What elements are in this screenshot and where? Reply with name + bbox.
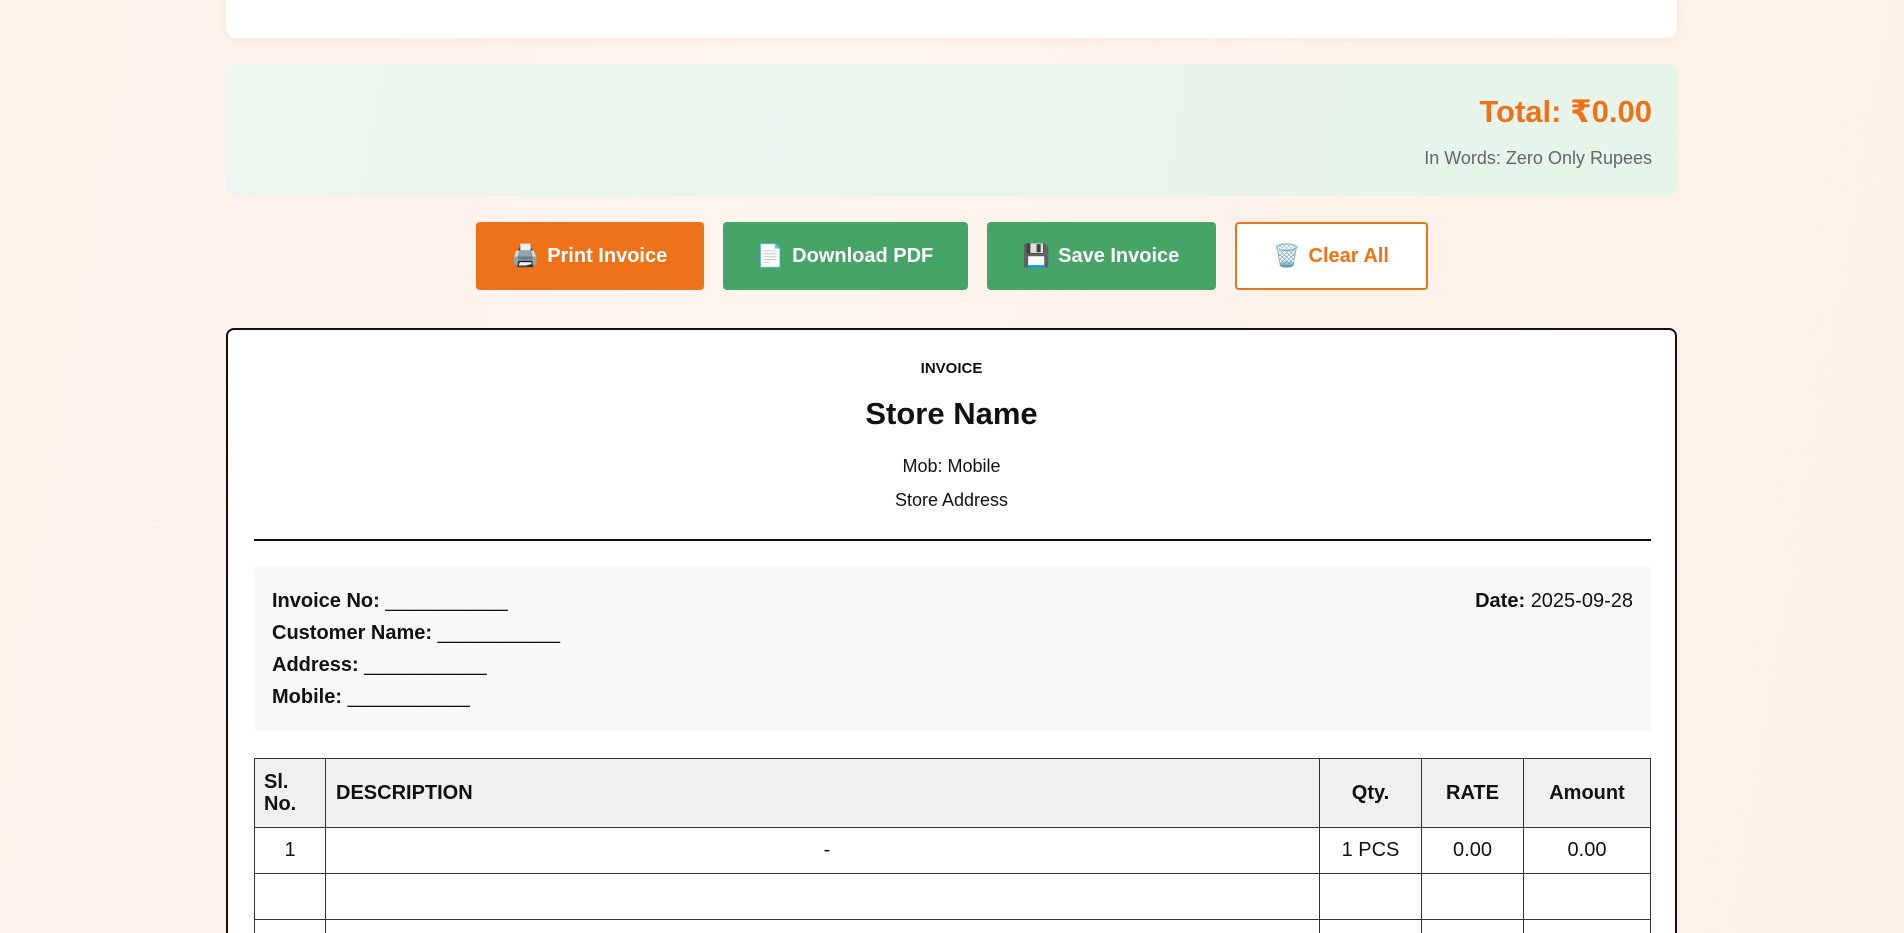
address-line: Address: ___________ [272,654,487,677]
header-description: DESCRIPTION [325,758,1320,828]
table-row [254,919,1651,933]
row-amount [1523,919,1651,933]
store-name: Store Name [865,396,1038,431]
header-divider [254,539,1651,541]
row-description: - [325,827,1320,874]
row-qty [1319,873,1422,920]
address-label: Address: [272,654,359,676]
row-sl: 1 [254,827,326,874]
total-in-words: In Words: Zero Only Rupees [1424,148,1652,168]
row-description [325,873,1320,920]
table-header-row: Sl. No. DESCRIPTION Qty. RATE Amount [254,758,1651,828]
download-pdf-label: Download PDF [792,244,934,267]
table-row: 1 - 1 PCS 0.00 0.00 [254,827,1651,874]
header-sl-line2: No. [264,793,297,815]
document-icon: 📄 [756,243,785,268]
header-sl-no: Sl. No. [254,758,326,828]
date-value: 2025-09-28 [1530,590,1633,612]
header-sl-line1: Sl. [264,771,289,793]
total-summary: Total: ₹0.00 In Words: Zero Only Rupees [226,64,1677,196]
mobile-line: Mobile: ___________ [272,686,470,709]
invoice-number-label: Invoice No: [272,590,380,612]
row-sl [254,919,326,933]
address-value: ___________ [364,654,487,676]
row-sl [254,873,326,920]
invoice-date-line: Date: 2025-09-28 [1475,590,1633,613]
save-invoice-label: Save Invoice [1058,244,1180,267]
row-amount [1523,873,1651,920]
invoice-number-value: ___________ [385,590,508,612]
header-rate: RATE [1421,758,1524,828]
action-bar: 🖨️ Print Invoice 📄 Download PDF 💾 Save I… [226,222,1677,290]
invoice-number-line: Invoice No: ___________ [272,590,508,613]
date-label: Date: [1475,590,1526,612]
print-invoice-label: Print Invoice [547,244,668,267]
mobile-label: Mobile: [272,686,342,708]
row-qty: 1 PCS [1319,827,1422,874]
invoice-details: Invoice No: ___________ Customer Name: _… [254,566,1651,731]
row-amount: 0.00 [1523,827,1651,874]
row-rate [1421,919,1524,933]
items-table: Sl. No. DESCRIPTION Qty. RATE Amount 1 -… [254,758,1651,933]
clear-all-button[interactable]: 🗑️ Clear All [1234,222,1428,290]
row-qty [1319,919,1422,933]
customer-name-label: Customer Name: [272,622,433,644]
customer-name-line: Customer Name: ___________ [272,622,560,645]
row-description [325,919,1320,933]
total-amount: Total: ₹0.00 [1479,94,1652,129]
invoice-preview: INVOICE Store Name Mob: Mobile Store Add… [226,328,1677,933]
table-row [254,873,1651,920]
download-pdf-button[interactable]: 📄 Download PDF [722,222,968,290]
floppy-disk-icon: 💾 [1022,243,1051,268]
customer-name-value: ___________ [437,622,560,644]
store-mobile: Mob: Mobile [902,456,1001,476]
print-invoice-button[interactable]: 🖨️ Print Invoice [475,222,704,290]
printer-icon: 🖨️ [511,243,540,268]
top-card [226,0,1677,38]
save-invoice-button[interactable]: 💾 Save Invoice [986,222,1216,290]
clear-all-label: Clear All [1308,244,1389,267]
mobile-value: ___________ [347,686,470,708]
trash-icon: 🗑️ [1273,243,1301,268]
header-qty: Qty. [1319,758,1422,828]
row-rate [1421,873,1524,920]
header-amount: Amount [1523,758,1651,828]
store-address: Store Address [894,490,1009,510]
row-rate: 0.00 [1421,827,1524,874]
invoice-heading: INVOICE [920,360,983,377]
